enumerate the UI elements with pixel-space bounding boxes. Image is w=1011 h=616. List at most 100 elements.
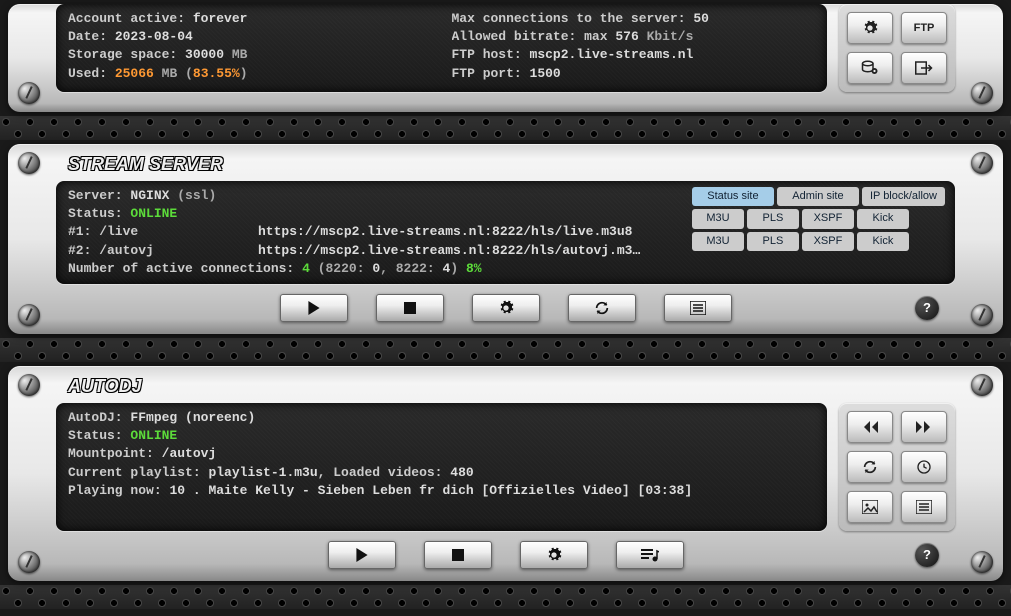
stream-refresh-button[interactable] (568, 294, 636, 322)
divider (0, 585, 1011, 609)
account-panel: Account active: forever Date: 2023-08-04… (8, 4, 1003, 112)
autodj-title: AUTODJ (20, 374, 991, 403)
ftphost-label: FTP host: (452, 47, 522, 62)
storage-value: 30000 (185, 47, 224, 62)
maxconn-label: Max connections to the server: (452, 11, 686, 26)
stream-status-label: Status: (68, 206, 123, 221)
screw-icon (18, 374, 40, 396)
screw-icon (971, 152, 993, 174)
autodj-settings-button[interactable] (520, 541, 588, 569)
m3u-button-2[interactable]: M3U (692, 232, 744, 251)
autodj-status-value: ONLINE (130, 428, 177, 443)
admin-site-button[interactable]: Admin site (777, 187, 859, 206)
account-side-buttons: FTP (839, 4, 955, 92)
kick-button-2[interactable]: Kick (857, 232, 909, 251)
ftphost-value: mscp2.live-streams.nl (530, 47, 694, 62)
autodj-playlist-button[interactable] (616, 541, 684, 569)
playlist-label: Current playlist: (68, 465, 201, 480)
schedule-button[interactable] (901, 451, 947, 483)
screw-icon (18, 152, 40, 174)
stream-title: STREAM SERVER (20, 152, 991, 181)
status-site-button[interactable]: Status site (692, 187, 774, 206)
list-icon (690, 301, 706, 315)
playlist-icon (641, 548, 659, 562)
autodj-side-buttons (839, 403, 955, 531)
gear-icon (546, 547, 562, 563)
screw-icon (971, 82, 993, 104)
stream-terminal: Status site Admin site IP block/allow M3… (56, 181, 955, 284)
database-gear-icon (861, 60, 879, 76)
date-label: Date: (68, 29, 107, 44)
stream-play-button[interactable] (280, 294, 348, 322)
autodj-stop-button[interactable] (424, 541, 492, 569)
gear-icon (498, 300, 514, 316)
mount1-label: #1: /live (68, 223, 258, 241)
bitrate-value: 576 (615, 29, 638, 44)
stop-icon (452, 549, 464, 561)
autodj-help-button[interactable]: ? (915, 543, 939, 567)
pls-button-1[interactable]: PLS (747, 209, 799, 228)
used-value: 25066 (115, 66, 154, 81)
account-terminal: Account active: forever Date: 2023-08-04… (56, 4, 827, 92)
storage-label: Storage space: (68, 47, 177, 62)
date-value: 2023-08-04 (115, 29, 193, 44)
stream-log-button[interactable] (664, 294, 732, 322)
next-button[interactable] (901, 411, 947, 443)
conn-sep: , 8222: (380, 261, 435, 276)
logout-icon (915, 61, 933, 75)
gear-icon (862, 20, 878, 36)
loaded-value: 480 (450, 465, 473, 480)
account-active-label: Account active: (68, 11, 185, 26)
autodj-controls: ? (20, 531, 991, 569)
used-unit: MB (162, 66, 178, 81)
ip-block-button[interactable]: IP block/allow (862, 187, 945, 206)
bitrate-label: Allowed bitrate: max (452, 29, 608, 44)
conn-a: 0 (372, 261, 380, 276)
stream-controls: ? (20, 284, 991, 322)
used-pct: 83.55% (193, 66, 240, 81)
media-button[interactable] (847, 491, 893, 523)
bitrate-unit: Kbit/s (647, 29, 694, 44)
next-icon (916, 421, 932, 433)
stream-stop-button[interactable] (376, 294, 444, 322)
prev-icon (862, 421, 878, 433)
stream-panel: STREAM SERVER Status site Admin site IP … (8, 144, 1003, 334)
queue-button[interactable] (901, 491, 947, 523)
autodj-terminal: AutoDJ: FFmpeg (noreenc) Status: ONLINE … (56, 403, 827, 531)
account-active-value: forever (193, 11, 248, 26)
ftp-button[interactable]: FTP (901, 12, 947, 44)
m3u-button-1[interactable]: M3U (692, 209, 744, 228)
autodj-play-button[interactable] (328, 541, 396, 569)
conn-total: 4 (302, 261, 310, 276)
divider (0, 116, 1011, 140)
ftpport-label: FTP port: (452, 66, 522, 81)
settings-button[interactable] (847, 12, 893, 44)
now-value: 10 . Maite Kelly - Sieben Leben fr dich … (169, 483, 692, 498)
xspf-button-2[interactable]: XSPF (802, 232, 854, 251)
ftpport-value: 1500 (530, 66, 561, 81)
autodj-mount-value: /autovj (162, 446, 217, 461)
logout-button[interactable] (901, 52, 947, 84)
database-button[interactable] (847, 52, 893, 84)
reload-button[interactable] (847, 451, 893, 483)
now-label: Playing now: (68, 483, 162, 498)
autodj-value: FFmpeg (noreenc) (130, 410, 255, 425)
kick-button-1[interactable]: Kick (857, 209, 909, 228)
pls-button-2[interactable]: PLS (747, 232, 799, 251)
used-label: Used: (68, 66, 107, 81)
loaded-label: , Loaded videos: (318, 465, 443, 480)
server-value: NGINX (130, 188, 169, 203)
prev-button[interactable] (847, 411, 893, 443)
play-icon (307, 301, 321, 315)
mount2-label: #2: /autovj (68, 242, 258, 260)
screw-icon (971, 374, 993, 396)
stream-status-value: ONLINE (130, 206, 177, 221)
autodj-label: AutoDJ: (68, 410, 123, 425)
playlist-value: playlist-1.m3u (208, 465, 317, 480)
conn-pct: 8% (466, 261, 482, 276)
stream-help-button[interactable]: ? (915, 296, 939, 320)
xspf-button-1[interactable]: XSPF (802, 209, 854, 228)
stream-settings-button[interactable] (472, 294, 540, 322)
storage-unit: MB (232, 47, 248, 62)
conn-paren2: ) (450, 261, 458, 276)
